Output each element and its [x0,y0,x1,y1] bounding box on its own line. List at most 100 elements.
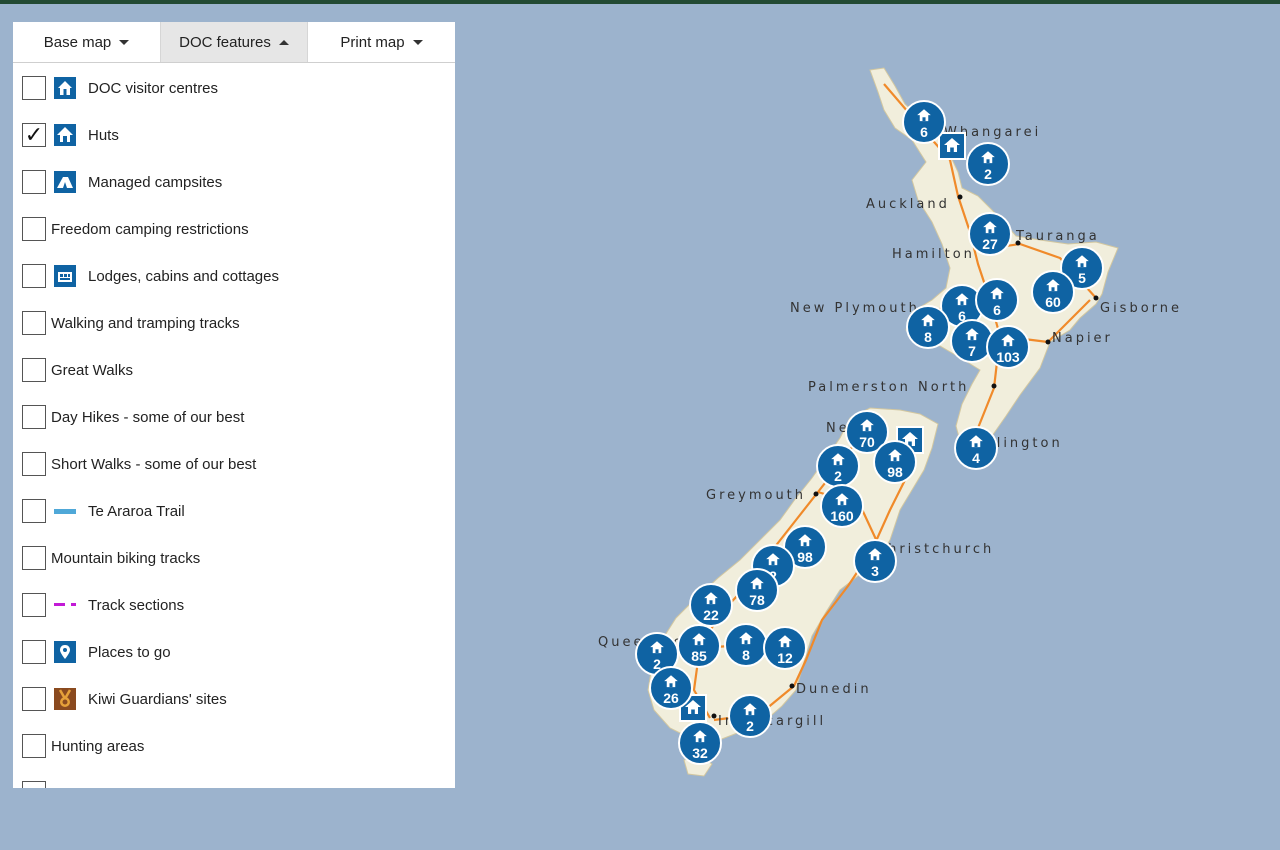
feature-label: Mountain biking tracks [51,550,201,567]
checkbox[interactable] [22,734,46,758]
checkbox[interactable] [22,452,46,476]
cluster-count: 2 [746,718,754,734]
checkbox[interactable] [22,687,46,711]
cluster-count: 26 [663,690,679,706]
city-label-auckland: Auckland [866,197,950,212]
hut-cluster-marker[interactable]: 8 [906,305,950,349]
feature-label: Day Hikes - some of our best [51,409,245,426]
tab-label: Print map [340,33,405,51]
checkbox[interactable] [22,311,46,335]
city-label-greymouth: Greymouth [706,488,806,503]
city-label-palmerston-north: Palmerston North [808,380,969,395]
cluster-count: 160 [830,508,854,524]
hut-cluster-marker[interactable]: 6 [902,100,946,144]
feature-item-huts[interactable]: ✓ Huts [13,110,455,157]
cluster-count: 27 [982,236,998,252]
hut-cluster-marker[interactable]: 22 [689,583,733,627]
cluster-count: 8 [924,329,932,345]
cluster-count: 70 [859,434,875,450]
feature-item-visitor-centres[interactable]: DOC visitor centres [13,63,455,110]
feature-item-partial[interactable] [13,768,455,788]
hut-cluster-marker[interactable]: 7 [950,319,994,363]
feature-label: Walking and tramping tracks [51,315,240,332]
hut-cluster-marker[interactable]: 2 [816,444,860,488]
cluster-count: 7 [968,343,976,359]
cluster-count: 22 [703,607,719,623]
feature-item-day-hikes[interactable]: Day Hikes - some of our best [13,392,455,439]
checkbox[interactable] [22,546,46,570]
feature-item-mountain-biking[interactable]: Mountain biking tracks [13,533,455,580]
cluster-count: 2 [834,468,842,484]
checkbox[interactable] [22,499,46,523]
tab-base-map[interactable]: Base map [13,22,161,62]
hut-cluster-marker[interactable]: 32 [678,721,722,765]
feature-item-walking-tracks[interactable]: Walking and tramping tracks [13,298,455,345]
hut-cluster-marker[interactable]: 78 [735,568,779,612]
hut-cluster-marker[interactable]: 12 [763,626,807,670]
feature-label: Te Araroa Trail [88,503,185,520]
hut-marker[interactable] [938,132,966,160]
hut-cluster-marker[interactable]: 60 [1031,270,1075,314]
checkbox[interactable] [22,264,46,288]
checkbox[interactable] [22,170,46,194]
feature-label: Huts [88,127,119,144]
checkbox[interactable] [22,76,46,100]
feature-item-great-walks[interactable]: Great Walks [13,345,455,392]
feature-item-hunting-areas[interactable]: Hunting areas [13,721,455,768]
hut-cluster-marker[interactable]: 6 [975,278,1019,322]
feature-label: Great Walks [51,362,133,379]
cluster-count: 98 [887,464,903,480]
panel-tabs: Base map DOC features Print map [13,22,455,63]
checkbox-checked[interactable]: ✓ [22,123,46,147]
city-label-tauranga: Tauranga [1015,229,1100,244]
feature-item-track-sections[interactable]: Track sections [13,580,455,627]
checkbox[interactable] [22,217,46,241]
hut-cluster-marker[interactable]: 98 [873,440,917,484]
checkbox[interactable] [22,405,46,429]
dashed-line-icon [54,594,76,616]
chevron-down-icon [412,39,423,45]
hut-cluster-marker[interactable]: 2 [966,142,1010,186]
checkbox[interactable] [22,593,46,617]
medal-icon [54,688,76,710]
hut-cluster-marker[interactable]: 26 [649,666,693,710]
feature-item-freedom-camping[interactable]: Freedom camping restrictions [13,204,455,251]
checkbox[interactable] [22,640,46,664]
campsite-icon [54,171,76,193]
feature-item-places-to-go[interactable]: Places to go [13,627,455,674]
feature-item-kiwi-guardians[interactable]: Kiwi Guardians' sites [13,674,455,721]
checkbox[interactable] [22,358,46,382]
feature-item-lodges[interactable]: Lodges, cabins and cottages [13,251,455,298]
hut-cluster-marker[interactable]: 4 [954,426,998,470]
feature-label: Kiwi Guardians' sites [88,691,227,708]
tab-doc-features[interactable]: DOC features [161,22,308,62]
cluster-count: 98 [797,549,813,565]
chevron-down-icon [119,39,130,45]
city-label-gisborne: Gisborne [1100,301,1182,316]
hut-icon [54,124,76,146]
hut-cluster-marker[interactable]: 8 [724,623,768,667]
hut-cluster-marker[interactable]: 103 [986,325,1030,369]
trail-line-icon [54,500,76,522]
feature-label: Short Walks - some of our best [51,456,257,473]
checkbox[interactable] [22,781,46,788]
cluster-count: 12 [777,650,793,666]
cluster-count: 103 [996,349,1020,365]
cluster-count: 3 [871,563,879,579]
feature-item-campsites[interactable]: Managed campsites [13,157,455,204]
feature-item-short-walks[interactable]: Short Walks - some of our best [13,439,455,486]
hut-cluster-marker[interactable]: 2 [728,694,772,738]
tab-label: Base map [43,33,112,51]
feature-label: Lodges, cabins and cottages [88,268,279,285]
hut-cluster-marker[interactable]: 27 [968,212,1012,256]
cluster-count: 6 [920,124,928,140]
hut-cluster-marker[interactable]: 3 [853,539,897,583]
feature-item-te-araroa[interactable]: Te Araroa Trail [13,486,455,533]
hut-cluster-marker[interactable]: 160 [820,484,864,528]
cluster-count: 32 [692,745,708,761]
tab-print-map[interactable]: Print map [308,22,455,62]
hut-cluster-marker[interactable]: 85 [677,624,721,668]
feature-label: Track sections [88,597,185,614]
cluster-count: 5 [1078,270,1086,286]
city-label-new-plymouth: New Plymouth [790,301,920,316]
